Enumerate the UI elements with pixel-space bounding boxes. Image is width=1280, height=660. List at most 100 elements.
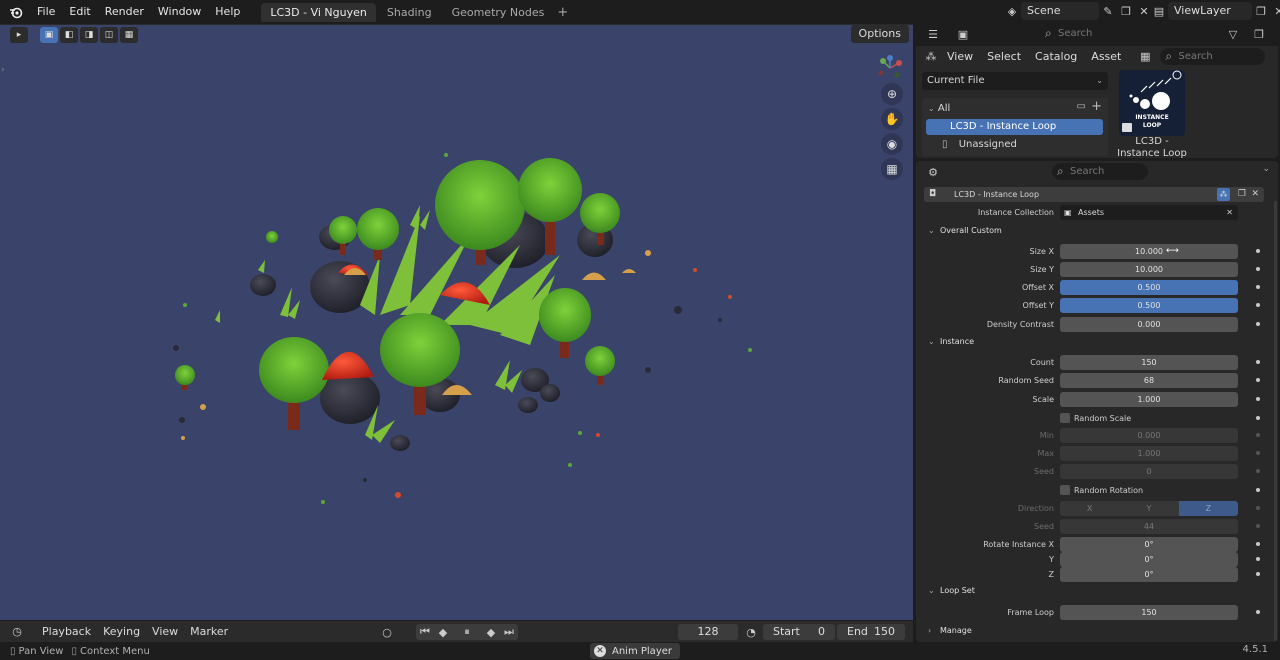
workspace-tab-lc3d[interactable]: LC3D - Vi Nguyen: [261, 2, 376, 22]
new-scene-icon[interactable]: ❐: [1117, 2, 1135, 20]
delete-view-layer-icon[interactable]: ✕: [1270, 2, 1280, 20]
instance-collection-field[interactable]: ▣ Assets ✕: [1060, 205, 1238, 220]
modifier-name[interactable]: LC3D - Instance Loop: [954, 187, 1039, 202]
menu-edit[interactable]: Edit: [62, 0, 97, 24]
timeline-editor-icon[interactable]: ◷: [8, 623, 26, 641]
keyframe-dot-icon[interactable]: [1256, 488, 1260, 492]
library-dropdown[interactable]: Current File ⌄: [922, 72, 1108, 90]
properties-search-input[interactable]: Search: [1052, 163, 1148, 180]
rotate-instance-x-field[interactable]: 0°: [1060, 537, 1238, 552]
section-loop-set[interactable]: ⌄ Loop Set: [916, 583, 1278, 599]
duplicate-icon[interactable]: ❐: [1238, 187, 1246, 202]
asset-menu-asset[interactable]: Asset: [1084, 50, 1128, 63]
keyframe-dot-icon[interactable]: [1256, 610, 1260, 614]
keyframe-dot-icon[interactable]: [1256, 557, 1260, 561]
view-layer-name-field[interactable]: ViewLayer: [1168, 2, 1252, 20]
workspace-tab-geometry-nodes[interactable]: Geometry Nodes: [443, 3, 554, 22]
keyframe-dot-icon[interactable]: [1256, 542, 1260, 546]
keyframe-dot-icon[interactable]: [1256, 360, 1260, 364]
keyframe-dot-icon[interactable]: [1256, 397, 1260, 401]
density-contrast-field[interactable]: 0.000: [1060, 317, 1238, 332]
menu-file[interactable]: File: [30, 0, 62, 24]
asset-menu-catalog[interactable]: Catalog: [1028, 50, 1084, 63]
rotation-seed-field[interactable]: 44: [1060, 519, 1238, 534]
view-layer-selector[interactable]: ▤ ViewLayer ❐ ✕: [1150, 2, 1280, 20]
direction-selector[interactable]: X Y Z: [1060, 501, 1238, 516]
blender-logo-icon[interactable]: [6, 2, 26, 22]
keyframe-dot-icon[interactable]: [1256, 506, 1260, 510]
offset-x-field[interactable]: 0.500: [1060, 280, 1238, 295]
add-workspace-icon[interactable]: +: [557, 5, 568, 20]
keyframe-dot-icon[interactable]: [1256, 416, 1260, 420]
display-mode-icon[interactable]: ▣: [954, 25, 972, 43]
asset-search-input[interactable]: Search: [1160, 47, 1266, 65]
menu-help[interactable]: Help: [208, 0, 247, 24]
rotate-instance-y-field[interactable]: 0°: [1060, 552, 1238, 567]
new-view-layer-icon[interactable]: ❐: [1252, 2, 1270, 20]
jump-keyframe-forward-icon[interactable]: ◆: [482, 624, 500, 640]
save-catalog-icon[interactable]: ▭: [1077, 101, 1086, 112]
section-instance[interactable]: ⌄ Instance: [916, 334, 1278, 350]
keyframe-dot-icon[interactable]: [1256, 433, 1260, 437]
menu-render[interactable]: Render: [98, 0, 151, 24]
catalog-item-instance-loop[interactable]: LC3D - Instance Loop: [926, 119, 1103, 135]
jump-end-icon[interactable]: ⏭: [500, 624, 518, 640]
cancel-icon[interactable]: ✕: [594, 645, 606, 657]
scene-name-field[interactable]: Scene: [1021, 2, 1099, 20]
clear-icon[interactable]: ✕: [1226, 205, 1233, 220]
checkbox-icon[interactable]: [1060, 413, 1070, 423]
catalog-all-row[interactable]: ⌄ All: [928, 101, 950, 117]
display-settings-icon[interactable]: ▦: [1136, 47, 1154, 65]
asset-browser-editor-icon[interactable]: ⁂: [922, 47, 940, 65]
outliner-search-input[interactable]: Search: [1040, 25, 1136, 42]
catalog-item-unassigned[interactable]: ▯ Unassigned: [942, 137, 1017, 153]
keyframe-dot-icon[interactable]: [1256, 267, 1260, 271]
keyframe-dot-icon[interactable]: [1256, 469, 1260, 473]
random-seed-field[interactable]: 68: [1060, 373, 1238, 388]
stopwatch-icon[interactable]: ◔: [742, 623, 760, 641]
direction-z-option[interactable]: Z: [1178, 501, 1238, 516]
auto-keying-icon[interactable]: ○: [378, 623, 396, 641]
pause-icon[interactable]: ⏸: [452, 624, 482, 640]
checkbox-icon[interactable]: [1060, 485, 1070, 495]
keyframe-dot-icon[interactable]: [1256, 249, 1260, 253]
timeline-menu-view[interactable]: View: [146, 625, 184, 638]
close-icon[interactable]: ✕: [1251, 187, 1259, 202]
menu-window[interactable]: Window: [151, 0, 208, 24]
timeline-menu-playback[interactable]: Playback: [36, 625, 97, 638]
offset-y-field[interactable]: 0.500: [1060, 298, 1238, 313]
size-y-field[interactable]: 10.000: [1060, 262, 1238, 277]
current-frame-field[interactable]: 128: [678, 624, 738, 640]
scene-selector[interactable]: ◈ Scene ✎ ❐ ✕: [1003, 2, 1153, 20]
keyframe-dot-icon[interactable]: [1256, 572, 1260, 576]
random-rotation-checkbox[interactable]: Random Rotation: [1060, 483, 1143, 497]
random-scale-checkbox[interactable]: Random Scale: [1060, 411, 1131, 425]
properties-editor-icon[interactable]: ⚙: [924, 163, 942, 181]
add-catalog-icon[interactable]: +: [1091, 99, 1102, 114]
keyframe-dot-icon[interactable]: [1256, 451, 1260, 455]
anim-player-badge[interactable]: ✕ Anim Player: [590, 643, 680, 659]
chevron-down-icon[interactable]: ⌄: [1262, 164, 1270, 174]
min-field[interactable]: 0.000: [1060, 428, 1238, 443]
max-field[interactable]: 1.000: [1060, 446, 1238, 461]
scrollbar[interactable]: [1274, 201, 1277, 641]
modifier-header[interactable]: ◘ LC3D - Instance Loop ⁂ ❐ ✕: [924, 187, 1264, 202]
scale-field[interactable]: 1.000: [1060, 392, 1238, 407]
section-overall-custom[interactable]: ⌄ Overall Custom: [916, 223, 1278, 239]
frame-loop-field[interactable]: 150: [1060, 605, 1238, 620]
filter-icon[interactable]: ▽: [1224, 25, 1242, 43]
asset-menu-view[interactable]: View: [940, 50, 980, 63]
section-manage[interactable]: › Manage: [916, 623, 1278, 639]
keyframe-dot-icon[interactable]: [1256, 303, 1260, 307]
seed-field[interactable]: 0: [1060, 464, 1238, 479]
asset-thumbnail[interactable]: INSTANCE LOOP: [1119, 70, 1185, 136]
start-frame-field[interactable]: Start 0: [763, 624, 835, 640]
keyframe-dot-icon[interactable]: [1256, 378, 1260, 382]
keyframe-dot-icon[interactable]: [1256, 322, 1260, 326]
direction-x-option[interactable]: X: [1060, 501, 1120, 516]
end-frame-field[interactable]: End 150: [837, 624, 905, 640]
new-collection-icon[interactable]: ❐: [1250, 25, 1268, 43]
workspace-tab-shading[interactable]: Shading: [378, 3, 441, 22]
outliner-editor-type-icon[interactable]: ☰: [924, 25, 942, 43]
asset-menu-select[interactable]: Select: [980, 50, 1028, 63]
